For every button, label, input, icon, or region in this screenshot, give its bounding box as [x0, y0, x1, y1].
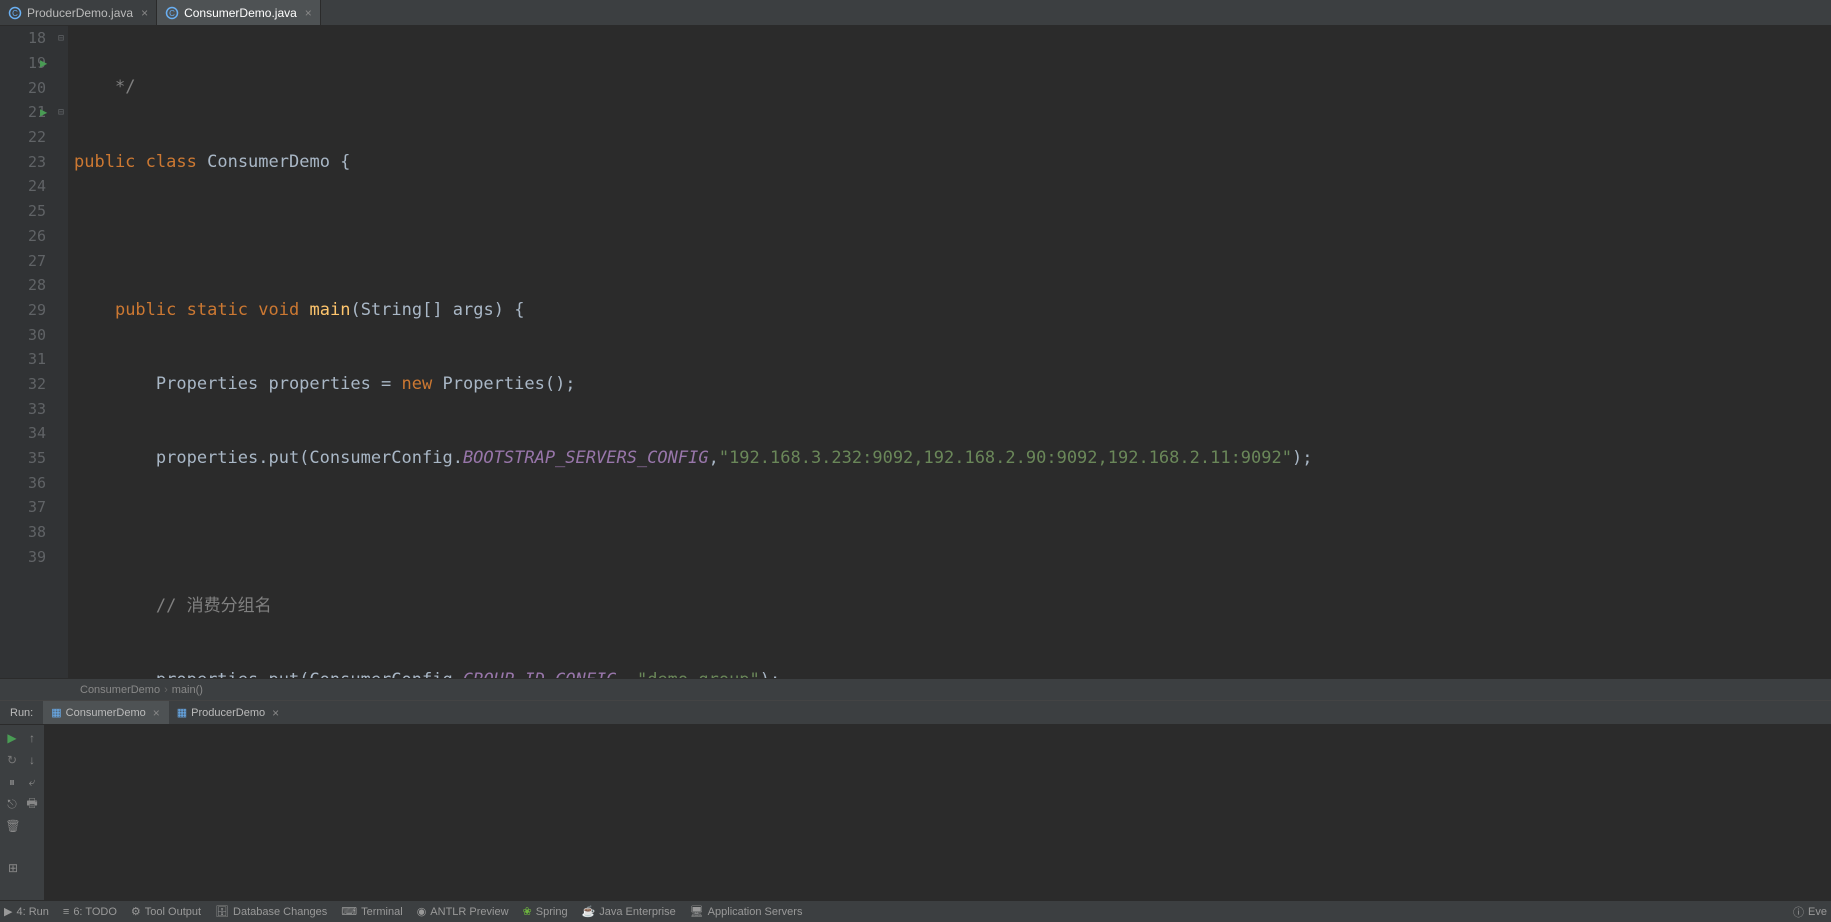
gutter-line[interactable]: 29 [0, 298, 68, 323]
comment: */ [115, 77, 135, 97]
up-arrow-icon[interactable]: ↑ [24, 729, 40, 747]
terminal-icon: ⌨ [341, 905, 357, 918]
gutter-line[interactable]: 27 [0, 248, 68, 273]
gutter-line[interactable]: 32 [0, 372, 68, 397]
gutter-line[interactable]: 18⊟ [0, 26, 68, 51]
gutter-line[interactable]: 31 [0, 347, 68, 372]
bottom-tool-bar: ▶4: Run ≡6: TODO ⚙Tool Output 🗄Database … [0, 900, 1831, 922]
database-icon: 🗄 [215, 905, 229, 918]
class-file-icon: C [165, 6, 179, 20]
jee-icon: ☕ [582, 905, 596, 918]
soft-wrap-icon[interactable]: ⤶ [24, 773, 40, 791]
bottom-tab-run[interactable]: ▶4: Run [4, 905, 49, 918]
breadcrumb: ConsumerDemo › main() [0, 678, 1831, 700]
breadcrumb-method[interactable]: main() [172, 684, 203, 696]
run-console-output[interactable] [44, 725, 1831, 900]
gutter-line[interactable]: 21▶⊟ [0, 100, 68, 125]
down-arrow-icon[interactable]: ↓ [24, 751, 40, 769]
gutter-line[interactable]: 23 [0, 149, 68, 174]
bottom-tab-terminal[interactable]: ⌨Terminal [341, 905, 402, 918]
spring-icon: ❀ [523, 905, 532, 918]
gutter-line[interactable]: 37 [0, 495, 68, 520]
bottom-tab-spring[interactable]: ❀Spring [523, 905, 568, 918]
close-icon[interactable]: × [272, 706, 279, 720]
stop-icon[interactable]: ↻ [4, 751, 20, 769]
chevron-right-icon: › [164, 684, 168, 696]
run-icon: ▶ [4, 905, 12, 918]
gutter: 18⊟19▶2021▶⊟2223242526272829303132333435… [0, 26, 68, 678]
info-icon: ⓘ [1793, 904, 1804, 920]
run-tool-strip: ▶ ↑ ↻ ↓ ⏸ ⤶ ⎋ 🖶 🗑 ⊞ [0, 725, 44, 900]
gear-icon: ⚙ [131, 905, 141, 918]
fold-icon[interactable]: ⊟ [58, 107, 64, 118]
tab-consumer-demo[interactable]: C ConsumerDemo.java × [157, 0, 321, 25]
bottom-tab-db-changes[interactable]: 🗄Database Changes [215, 905, 327, 918]
gutter-line[interactable]: 30 [0, 322, 68, 347]
gutter-line[interactable]: 34 [0, 421, 68, 446]
run-panel: Run: ▦ ConsumerDemo × ▦ ProducerDemo × ▶… [0, 700, 1831, 900]
gutter-line[interactable]: 35 [0, 446, 68, 471]
run-panel-label: Run: [0, 707, 43, 719]
exit-icon[interactable]: ⎋ [4, 795, 20, 813]
print-icon[interactable]: 🖶 [24, 795, 40, 813]
rerun-icon[interactable]: ▶ [4, 729, 20, 747]
run-tab-consumer-demo[interactable]: ▦ ConsumerDemo × [43, 701, 169, 724]
class-file-icon: C [8, 6, 22, 20]
fold-icon[interactable]: ⊟ [58, 33, 64, 44]
layout-icon[interactable]: ⊞ [4, 859, 22, 877]
run-panel-header: Run: ▦ ConsumerDemo × ▦ ProducerDemo × [0, 701, 1831, 725]
trash-icon[interactable]: 🗑 [4, 817, 22, 835]
gutter-line[interactable]: 36 [0, 470, 68, 495]
gutter-line[interactable]: 26 [0, 224, 68, 249]
breadcrumb-class[interactable]: ConsumerDemo [80, 684, 160, 696]
editor-tab-bar: C ProducerDemo.java × C ConsumerDemo.jav… [0, 0, 1831, 26]
gutter-line[interactable]: 33 [0, 396, 68, 421]
close-icon[interactable]: × [305, 6, 312, 20]
run-tab-producer-demo[interactable]: ▦ ProducerDemo × [169, 701, 288, 724]
gutter-line[interactable]: 39 [0, 544, 68, 569]
tab-producer-demo[interactable]: C ProducerDemo.java × [0, 0, 157, 25]
close-icon[interactable]: × [141, 6, 148, 20]
tab-label: ProducerDemo.java [27, 6, 133, 20]
tab-label: ConsumerDemo.java [184, 6, 297, 20]
bottom-tab-app-servers[interactable]: 🖥Application Servers [690, 905, 803, 918]
bottom-tab-tool-output[interactable]: ⚙Tool Output [131, 905, 201, 918]
bottom-tab-jee[interactable]: ☕Java Enterprise [582, 905, 676, 918]
run-config-icon: ▦ [51, 706, 61, 719]
code-editor[interactable]: */ public class ConsumerDemo { public st… [68, 26, 1831, 678]
close-icon[interactable]: × [153, 706, 160, 720]
pause-icon[interactable]: ⏸ [4, 773, 20, 791]
svg-text:C: C [169, 9, 175, 18]
event-log[interactable]: ⓘEve [1793, 904, 1827, 920]
run-gutter-icon[interactable]: ▶ [40, 56, 47, 70]
gutter-line[interactable]: 19▶ [0, 51, 68, 76]
gutter-line[interactable]: 25 [0, 199, 68, 224]
gutter-line[interactable]: 38 [0, 520, 68, 545]
gutter-line[interactable]: 20 [0, 75, 68, 100]
svg-text:C: C [12, 9, 18, 18]
editor-area: 18⊟19▶2021▶⊟2223242526272829303132333435… [0, 26, 1831, 678]
gutter-line[interactable]: 28 [0, 273, 68, 298]
run-gutter-icon[interactable]: ▶ [40, 105, 47, 119]
antlr-icon: ◉ [417, 905, 427, 918]
bottom-tab-todo[interactable]: ≡6: TODO [63, 906, 117, 918]
run-config-icon: ▦ [177, 706, 187, 719]
todo-icon: ≡ [63, 906, 69, 918]
gutter-line[interactable]: 24 [0, 174, 68, 199]
bottom-tab-antlr[interactable]: ◉ANTLR Preview [417, 905, 509, 918]
server-icon: 🖥 [690, 905, 704, 918]
gutter-line[interactable]: 22 [0, 125, 68, 150]
